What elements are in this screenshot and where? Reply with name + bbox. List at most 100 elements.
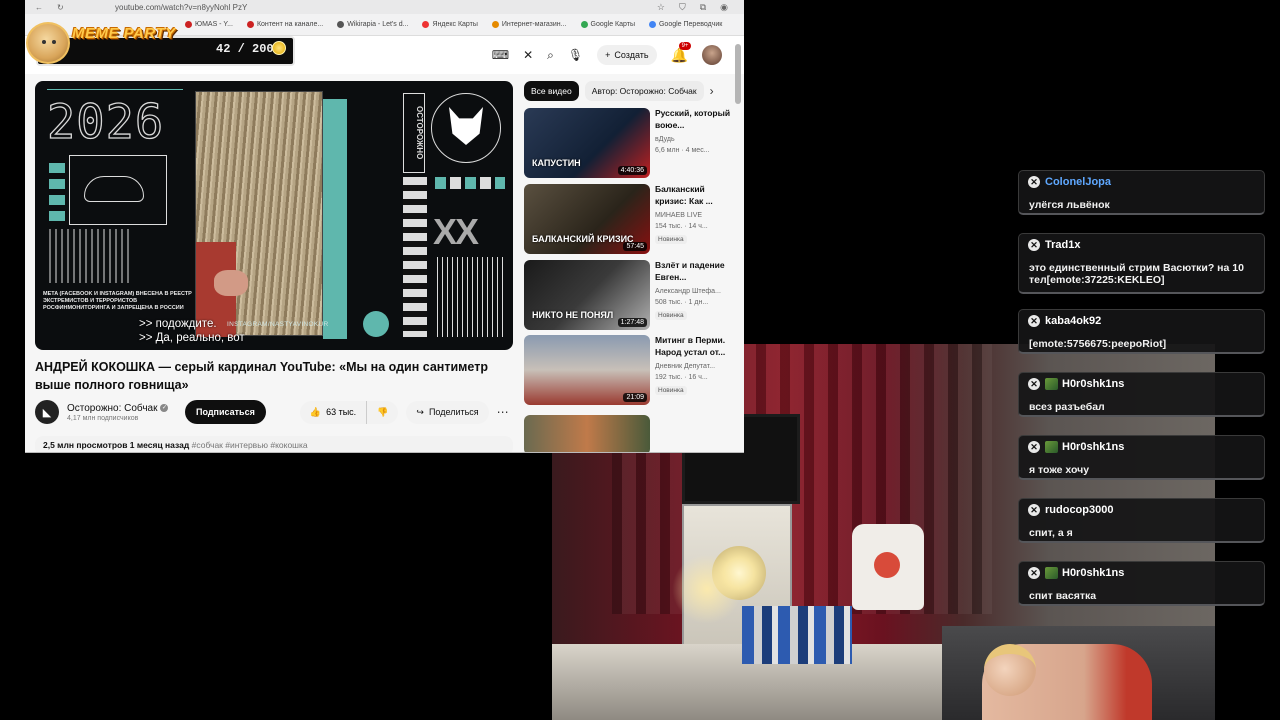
video-thumbnail[interactable]: 21:09 — [524, 335, 650, 405]
recommendation-meta: 508 тыс. · 1 дн... — [655, 299, 709, 306]
lamp-glow — [672, 554, 742, 624]
notification-badge: 9+ — [678, 41, 692, 50]
year-graphic: 2026 — [46, 94, 165, 150]
browser-window: ← ↻ youtube.com/watch?v=n8yyNohl PzY ☆ ⛉… — [25, 0, 744, 453]
chat-username: rudocop3000 — [1045, 504, 1114, 516]
share-icon: ↪ — [416, 406, 424, 417]
subscriber-badge-icon — [1045, 567, 1058, 579]
recommendation-meta: 192 тыс. · 16 ч... — [655, 374, 708, 381]
channel-info: Осторожно: Собчак ✓ 4,17 млн подписчиков — [67, 403, 177, 422]
duration-badge: 21:09 — [623, 393, 647, 402]
recommendation-title[interactable]: Русский, который воюе... — [655, 108, 735, 131]
chip-all-videos[interactable]: Все видео — [524, 81, 579, 101]
plastic-bag — [852, 524, 924, 610]
more-actions-icon[interactable]: ⋯ — [497, 405, 509, 419]
back-icon[interactable]: ← — [35, 3, 43, 12]
thumbnail-text: КАПУСТИН — [532, 158, 581, 168]
verified-icon: ✓ — [160, 404, 169, 412]
scrollbar[interactable] — [735, 44, 741, 104]
bookmark-item[interactable]: Google Карты — [580, 21, 635, 28]
chat-username: H0r0shk1ns — [1045, 378, 1124, 390]
chevron-right-icon[interactable]: › — [710, 84, 714, 98]
shield-icon[interactable]: ⛉ — [679, 2, 686, 13]
video-thumbnail[interactable]: НИКТО НЕ ПОНЯЛ 1:27:48 — [524, 260, 650, 330]
chat-message: ✕ H0r0shk1ns спит васятка — [1018, 561, 1265, 606]
account-icon[interactable]: ◉ — [720, 2, 728, 13]
recommendation-channel: МИНАЕВ LIVE — [655, 212, 703, 219]
views-date: 2,5 млн просмотров 1 месяц назад — [43, 440, 190, 450]
video-title: АНДРЕЙ КОКОШКА — серый кардинал YouTube:… — [35, 360, 488, 392]
keyboard-icon[interactable]: ⌨ — [492, 48, 509, 62]
chat-username: kaba4ok92 — [1045, 315, 1102, 327]
share-button[interactable]: ↪ Поделиться — [406, 400, 489, 424]
video-thumbnail[interactable]: КАПУСТИН 4:40:36 — [524, 108, 650, 178]
hashtags[interactable]: #собчак #интервью #кокошка — [192, 440, 308, 450]
recommendation-item[interactable] — [524, 415, 740, 452]
video-thumbnail[interactable] — [524, 415, 650, 452]
hand — [214, 270, 248, 296]
recommendation-item[interactable]: БАЛКАНСКИЙ КРИЗИС 57:45 Балканский кризис… — [524, 184, 740, 254]
sword-icon: ✕ — [1028, 315, 1040, 327]
duration-badge: 57:45 — [623, 242, 647, 251]
bookmark-item[interactable]: Google Переводчик — [648, 21, 722, 28]
recommendation-title[interactable]: Балканский кризис: Как ... — [655, 184, 735, 207]
chat-message: ✕ H0r0shk1ns я тоже хочу — [1018, 435, 1265, 480]
toolbar-icons: ☆ ⛉ ⧉ ◉ — [657, 2, 744, 13]
teal-stripe — [323, 99, 347, 339]
meta-disclaimer: META (FACEBOOK И INSTAGRAM) ВНЕСЕНА В РЕ… — [43, 291, 192, 311]
description-box[interactable]: 2,5 млн просмотров 1 месяц назад #собчак… — [35, 436, 513, 452]
recommendation-channel: Дневник Депутат... — [655, 363, 716, 370]
subscriber-badge-icon — [1045, 378, 1058, 390]
microphone-icon[interactable]: 🎙 — [568, 48, 583, 62]
recommendation-title[interactable]: Взлёт и падение Евген... — [655, 260, 735, 283]
channel-name[interactable]: Осторожно: Собчак ✓ — [67, 403, 177, 414]
bookmark-item[interactable]: Интернет-магазин... — [491, 21, 567, 28]
notifications-button[interactable]: 🔔 9+ — [671, 41, 692, 64]
dislike-button[interactable]: 👎 — [367, 401, 398, 424]
sword-icon: ✕ — [1028, 567, 1040, 579]
recommendation-item[interactable]: НИКТО НЕ ПОНЯЛ 1:27:48 Взлёт и падение Ев… — [524, 260, 740, 330]
star-icon[interactable]: ☆ — [657, 2, 665, 13]
search-icon[interactable]: ⌕ — [547, 48, 554, 63]
clear-search-icon[interactable]: ✕ — [523, 48, 533, 62]
address-bar[interactable]: ← ↻ youtube.com/watch?v=n8yyNohl PzY ☆ ⛉… — [25, 0, 744, 14]
chat-username: H0r0shk1ns — [1045, 441, 1124, 453]
meme-party-title: MEME PARTY — [72, 25, 176, 42]
chat-text: [emote:5756675:peepoRiot] — [1029, 338, 1167, 350]
recommendation-item[interactable]: КАПУСТИН 4:40:36 Русский, который воюе...… — [524, 108, 740, 178]
like-dislike-group: 👍 63 тыс. 👎 — [299, 400, 399, 424]
bars-decor — [49, 229, 129, 283]
chat-text: я тоже хочу — [1029, 464, 1090, 476]
chat-text: всез разъебал — [1029, 401, 1105, 413]
chat-message: ✕ rudocop3000 спит, а я — [1018, 498, 1265, 543]
url-text[interactable]: youtube.com/watch?v=n8yyNohl PzY — [85, 3, 657, 12]
streamer-head — [984, 644, 1036, 696]
video-player[interactable]: 2026 META (FACEBOOK И INSTAGRAM) ВНЕСЕНА… — [35, 81, 513, 350]
like-button[interactable]: 👍 63 тыс. — [300, 400, 368, 424]
chat-username: ColonelJopa — [1045, 176, 1112, 188]
sword-icon: ✕ — [1028, 176, 1040, 188]
reload-icon[interactable]: ↻ — [57, 3, 64, 12]
new-badge: Новинка — [655, 235, 687, 244]
chip-author[interactable]: Автор: Осторожно: Собчак — [584, 81, 704, 101]
chat-message: ✕ H0r0shk1ns всез разъебал — [1018, 372, 1265, 417]
subscriber-count: 4,17 млн подписчиков — [67, 414, 139, 422]
bookmark-item[interactable]: Wikirapia - Let's d... — [337, 21, 408, 28]
plus-icon: + — [605, 50, 611, 60]
subtitle-line: >> Да, реально, вот — [139, 332, 245, 344]
recommendation-meta: 154 тыс. · 14 ч... — [655, 223, 708, 230]
recommendation-chips: Все видео Автор: Осторожно: Собчак › — [524, 80, 724, 102]
subscribe-button[interactable]: Подписаться — [185, 400, 266, 424]
bookmark-item[interactable]: Яндекс Карты — [422, 21, 478, 28]
recommendation-title[interactable]: Митинг в Перми. Народ устал от... — [655, 335, 735, 358]
chat-text: это единственный стрим Васютки? на 10 те… — [1029, 262, 1244, 286]
extensions-icon[interactable]: ⧉ — [700, 2, 706, 13]
channel-avatar[interactable]: ◣ — [35, 400, 59, 424]
video-thumbnail[interactable]: БАЛКАНСКИЙ КРИЗИС 57:45 — [524, 184, 650, 254]
create-button[interactable]: + Создать — [597, 45, 657, 65]
squares-decor — [435, 177, 505, 189]
lines-decor — [437, 257, 503, 337]
sword-icon: ✕ — [1028, 239, 1040, 251]
avatar[interactable] — [702, 45, 722, 65]
recommendation-item[interactable]: 21:09 Митинг в Перми. Народ устал от... … — [524, 335, 740, 405]
